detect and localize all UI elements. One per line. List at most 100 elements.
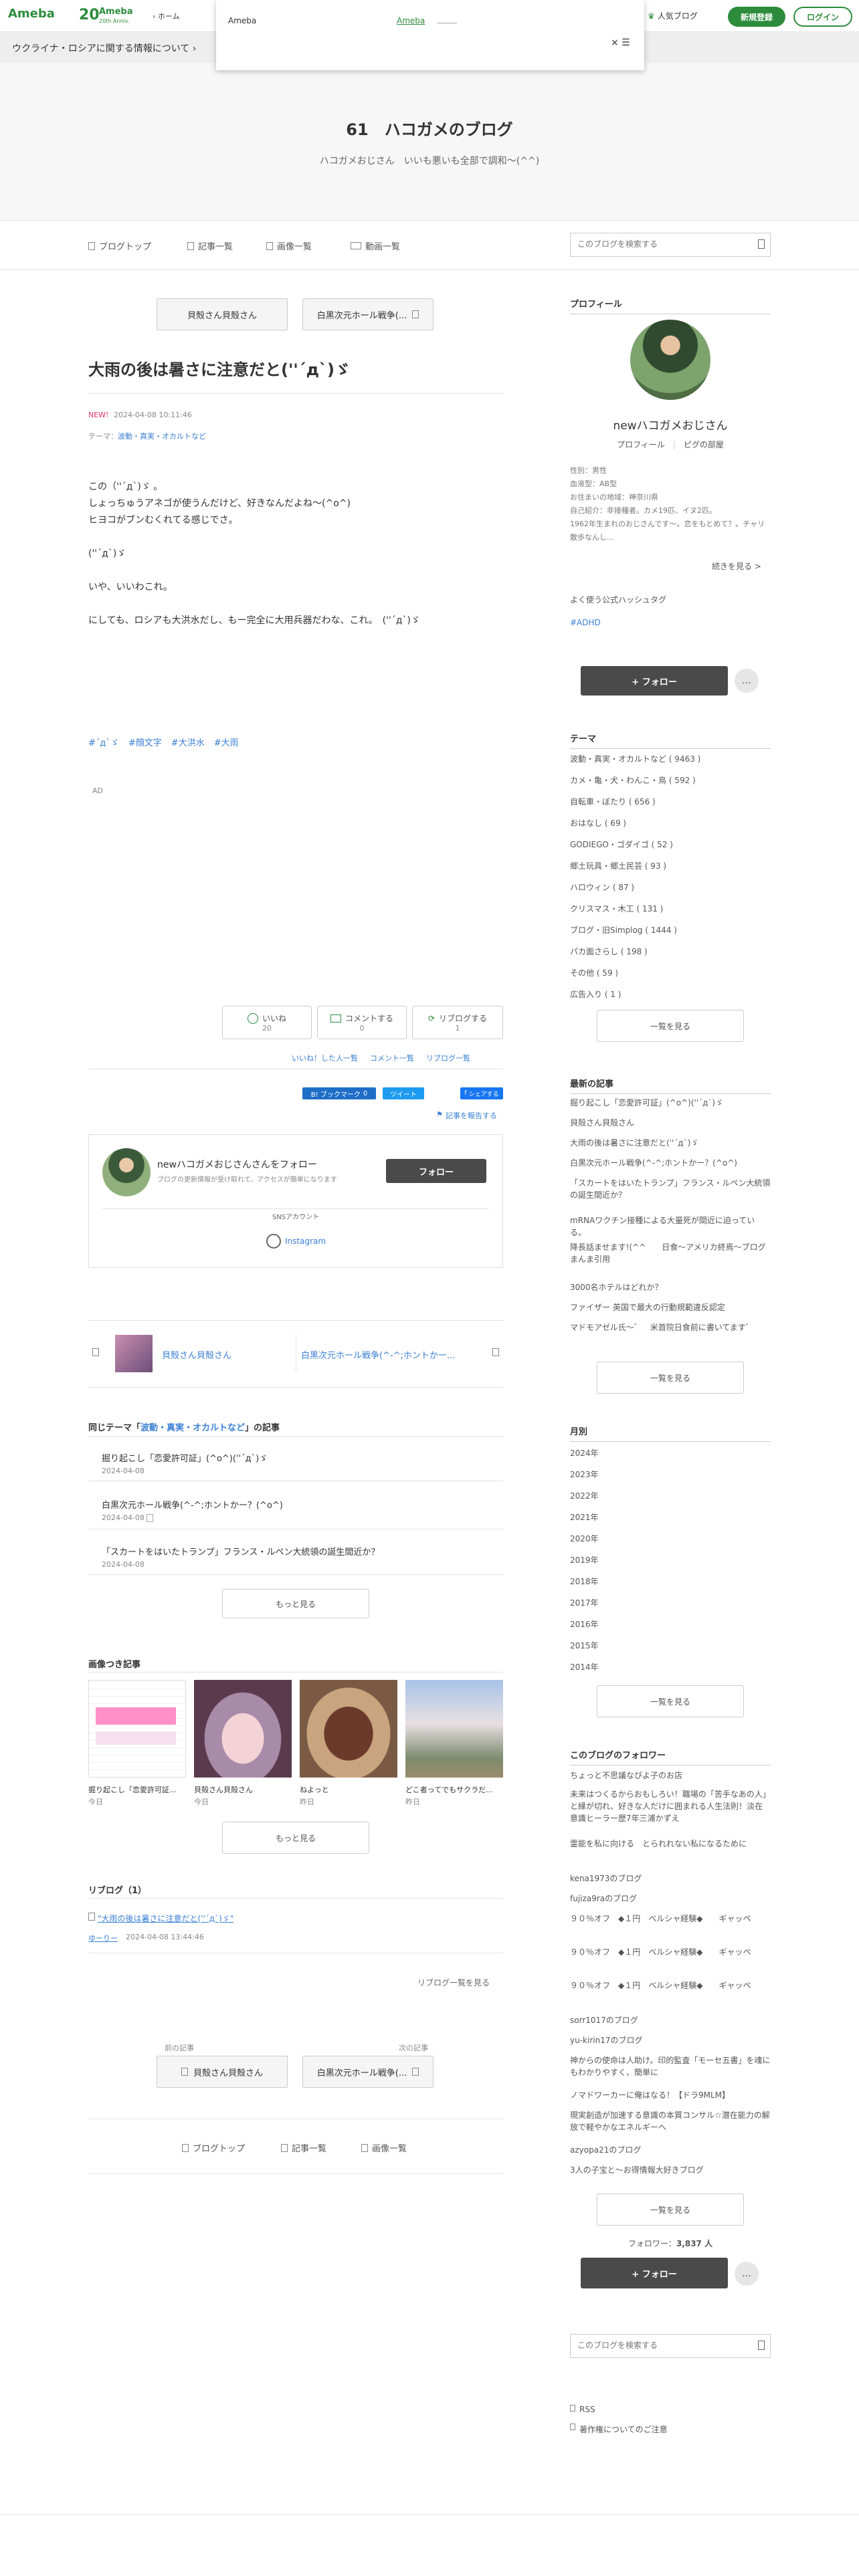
year-item[interactable]: 2017年 — [570, 1597, 771, 1609]
profile-link[interactable]: プロフィール — [617, 440, 665, 449]
follower-item[interactable]: ノマドワーカーに俺はなる！【ドラ9MLM】 — [570, 2089, 771, 2101]
more-icon[interactable]: … — [735, 669, 759, 693]
blog-title[interactable]: 61 ハコガメのブログ — [0, 116, 859, 140]
signup-button[interactable]: 新規登録 — [728, 7, 785, 27]
bottom-nav-images[interactable]: 画像一覧 — [361, 2141, 407, 2154]
theme-item[interactable]: パカ面さらし ( 198 ) — [570, 946, 771, 958]
next-entry-button[interactable]: 白黒次元ホール戦争(... — [302, 298, 434, 330]
comment-button[interactable]: コメントする 0 — [317, 1006, 407, 1039]
nav-entries[interactable]: 記事一覧 — [187, 239, 233, 252]
profile-avatar[interactable] — [630, 320, 710, 400]
image-article-title[interactable]: 貝殻さん貝殻さん — [194, 1784, 253, 1795]
recent-item[interactable]: mRNAワクチン接種による大量死が間近に迫っている。 — [570, 1214, 771, 1239]
recent-item[interactable]: 白黒次元ホール戦争(^-^;ホントかー？(^o^) — [570, 1157, 771, 1169]
image-article-thumb[interactable] — [300, 1680, 397, 1778]
nav-blog-top[interactable]: ブログトップ — [88, 239, 151, 252]
recent-item[interactable]: 掘り起こし「恋愛許可証」(^o^)(''´д`)ゞ — [570, 1097, 771, 1109]
tweet-button[interactable]: ツイート — [383, 1087, 424, 1099]
sidebar-search-input[interactable] — [571, 2335, 745, 2356]
entry-title[interactable]: 大雨の後は暑さに注意だと(''´д`)ゞ — [88, 358, 503, 381]
follower-item[interactable]: ９０％オフ ◆１円 ベルシャ経験◆ ギャッペ — [570, 1979, 771, 1992]
blog-search-input[interactable] — [571, 233, 745, 255]
popular-blogs-link[interactable]: ♛ 人気ブログ — [648, 10, 698, 21]
reblog-list-link[interactable]: リブログ一覧 — [426, 1053, 470, 1063]
ukraine-info-link[interactable]: ウクライナ・ロシアに関する情報について › — [12, 41, 196, 55]
ameba-logo[interactable]: Ameba — [8, 7, 55, 21]
recent-more-button[interactable]: 一覧を見る — [597, 1362, 744, 1394]
theme-item[interactable]: ハロウィン ( 87 ) — [570, 881, 771, 893]
entry-theme-link[interactable]: 波動・真実・オカルトなど — [118, 432, 206, 441]
theme-item[interactable]: クリスマス・木工 ( 131 ) — [570, 903, 771, 915]
theme-item[interactable]: おはなし ( 69 ) — [570, 817, 771, 829]
bottom-nav-entries[interactable]: 記事一覧 — [281, 2141, 326, 2154]
comment-list-link[interactable]: コメント一覧 — [370, 1053, 414, 1063]
same-theme-item[interactable]: 掘り起こし「恋愛許可証」(^o^)(''´д`)ゞ — [102, 1451, 268, 1464]
bookmark-button[interactable]: B! ブックマーク 0 — [302, 1087, 376, 1099]
anniversary-logo[interactable]: 20 Ameba 20th Anniv. — [79, 7, 146, 27]
theme-item[interactable]: GODIEGO・ゴダイゴ ( 52 ) — [570, 839, 771, 851]
image-article-thumb[interactable] — [194, 1680, 292, 1778]
pager-prev-link[interactable]: 貝殻さん貝殻さん — [162, 1348, 231, 1361]
rss-link[interactable]: RSS — [570, 2405, 595, 2414]
year-item[interactable]: 2019年 — [570, 1554, 771, 1566]
sidebar-search[interactable] — [570, 2334, 771, 2358]
report-link[interactable]: ⚑ 記事を報告する — [436, 1110, 497, 1121]
follower-item[interactable]: sorr1017のブログ — [570, 2014, 771, 2026]
instagram-link[interactable]: Instagram — [266, 1234, 326, 1249]
reblog-entry[interactable]: "大雨の後は暑さに注意だと(''´д`)ゞ" — [88, 1913, 233, 1924]
image-article-title[interactable]: ねよっと — [300, 1784, 329, 1795]
follower-item[interactable]: fujiza9raのブログ — [570, 1893, 771, 1905]
popup-link[interactable]: Ameba — [397, 16, 425, 25]
follower-item[interactable]: 未来はつくるからおもしろい！職場の「苦手なあの人」と縁が切れ、好きな人だけに囲ま… — [570, 1788, 771, 1824]
prev-thumb[interactable] — [115, 1335, 153, 1372]
hashtag-link[interactable]: #大雨 — [214, 736, 239, 748]
follower-item[interactable]: kena1973のブログ — [570, 1872, 771, 1885]
facebook-share-button[interactable]: f シェアする — [460, 1087, 503, 1099]
profile-name[interactable]: newハコガメおじさん — [570, 416, 771, 433]
nav-videos[interactable]: 動画一覧 — [351, 239, 400, 252]
follower-item[interactable]: 神からの使命は人助け。印的監査「モーセ五書」を魂にもわかりやすく、簡単に — [570, 2054, 771, 2078]
theme-item[interactable]: 広告入り ( 1 ) — [570, 988, 771, 1000]
nav-images[interactable]: 画像一覧 — [266, 239, 312, 252]
image-article-thumb[interactable] — [88, 1680, 186, 1778]
year-item[interactable]: 2024年 — [570, 1447, 771, 1459]
chevron-left-icon[interactable] — [92, 1348, 99, 1356]
year-item[interactable]: 2014年 — [570, 1661, 771, 1673]
follower-item[interactable]: 3人の子宝と〜お得情報大好きブログ — [570, 2164, 771, 2176]
sidebar-follow-button-2[interactable]: + フォロー — [581, 2258, 728, 2288]
prev-entry-button[interactable]: 貝殻さん貝殻さん — [157, 298, 288, 330]
like-button[interactable]: いいね 20 — [222, 1006, 312, 1039]
sidebar-follow-button[interactable]: + フォロー — [581, 666, 728, 695]
theme-item[interactable]: カメ・亀・犬・わんこ・鳥 ( 592 ) — [570, 774, 771, 786]
follower-item[interactable]: 現実創造が加速する意識の本質コンサル☆潜在能力の解放で軽やかなエネルギーへ — [570, 2109, 771, 2133]
recent-item[interactable]: 降長話ませます!(^^ 日食〜アメリカ終焉〜ブログまんま引用 — [570, 1241, 771, 1265]
theme-item[interactable]: 波動・真実・オカルトなど ( 9463 ) — [570, 753, 771, 765]
image-article-title[interactable]: どこ者ってでもサクラだ... — [405, 1784, 493, 1795]
hashtag-link[interactable]: #顔文字 — [128, 736, 162, 748]
bottom-next-button[interactable]: 白黒次元ホール戦争(... — [302, 2056, 434, 2088]
search-icon[interactable] — [758, 2341, 765, 2350]
recent-item[interactable]: 貝殻さん貝殻さん — [570, 1117, 771, 1129]
year-item[interactable]: 2018年 — [570, 1576, 771, 1588]
reblog-button[interactable]: ⟳ リブログする 1 — [412, 1006, 503, 1039]
copyright-link[interactable]: 著作権についてのご注意 — [570, 2424, 668, 2435]
hashtag-link[interactable]: #大洪水 — [171, 736, 205, 748]
home-link[interactable]: › ホーム — [153, 11, 180, 21]
year-item[interactable]: 2021年 — [570, 1511, 771, 1523]
image-article-thumb[interactable] — [405, 1680, 503, 1778]
liked-users-link[interactable]: いいね！した人一覧 — [292, 1053, 358, 1063]
follower-item[interactable]: azyopa21のブログ — [570, 2144, 771, 2156]
profile-read-more[interactable]: 続きを見る > — [712, 560, 761, 572]
follower-item[interactable]: ちょっと不思議なぴよ子のお店 — [570, 1769, 771, 1782]
same-theme-item[interactable]: 「スカートをはいたトランプ」フランス・ルペン大統領の誕生間近か？ — [102, 1545, 379, 1558]
recent-item[interactable]: 「スカートをはいたトランプ」フランス・ルペン大統領の誕生間近か？ — [570, 1177, 771, 1201]
same-theme-item[interactable]: 白黒次元ホール戦争(^-^;ホントかー？(^o^) — [102, 1498, 283, 1511]
login-button[interactable]: ログイン — [793, 7, 852, 27]
hashtag-link[interactable]: #´д`ゞ — [88, 736, 119, 748]
follow-card-button[interactable]: フォロー — [386, 1159, 486, 1183]
theme-more-button[interactable]: 一覧を見る — [597, 1010, 744, 1042]
recent-item[interactable]: 大雨の後は暑さに注意だと(''´д`)ゞ — [570, 1137, 771, 1149]
monthly-more-button[interactable]: 一覧を見る — [597, 1685, 744, 1717]
same-theme-more-button[interactable]: もっと見る — [222, 1589, 369, 1618]
recent-item[interactable]: 3000名ホテルはどれか？ — [570, 1281, 771, 1293]
